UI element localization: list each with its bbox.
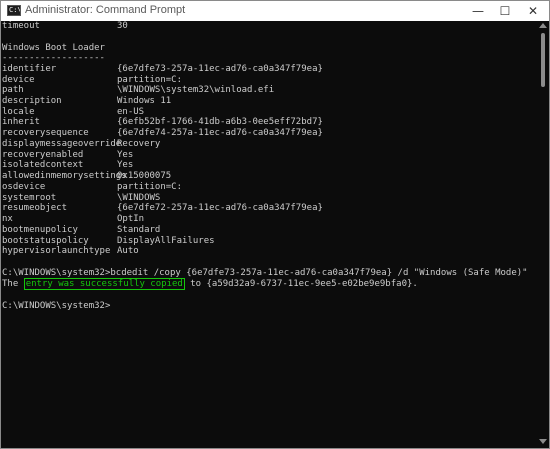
console-output[interactable]: timeout 30 Windows Boot Loader ----------… (1, 21, 537, 448)
entry-value: {6e7dfe72-257a-11ec-ad76-ca0a347f79ea} (117, 203, 323, 213)
maximize-button[interactable]: ☐ (491, 1, 519, 21)
entry-key: osdevice (2, 182, 46, 192)
entry-line: recoverysequence {6e7dfe74-257a-11ec-ad76… (2, 128, 323, 139)
entry-key: allowedinmemorysettings (2, 171, 127, 181)
entry-line: allowedinmemorysettings 0x15000075 (2, 171, 171, 182)
entry-value: Recovery (117, 139, 161, 149)
entry-value: Yes (117, 160, 134, 170)
close-button[interactable]: ✕ (519, 1, 547, 21)
entry-key: recoverysequence (2, 128, 89, 138)
entry-value: Windows 11 (117, 96, 172, 106)
entry-value: {6efb52bf-1766-41db-a6b3-0ee5eff72bd7} (117, 117, 323, 127)
section-separator: ------------------- (2, 53, 105, 63)
entry-line: isolatedcontext Yes (2, 160, 133, 171)
entry-key: isolatedcontext (2, 160, 84, 170)
result-prefix: The (2, 279, 24, 289)
entry-key: inherit (2, 117, 40, 127)
entry-value: {6e7dfe73-257a-11ec-ad76-ca0a347f79ea} (117, 64, 323, 74)
entry-key: bootstatuspolicy (2, 236, 89, 246)
entry-key: nx (2, 214, 13, 224)
entry-value: Standard (117, 225, 161, 235)
entry-value: 30 (117, 21, 128, 31)
entry-key: path (2, 85, 24, 95)
entry-key: identifier (2, 64, 57, 74)
vertical-scrollbar[interactable] (537, 21, 549, 448)
entry-value: partition=C: (117, 182, 183, 192)
entry-line: bootmenupolicy Standard (2, 225, 160, 236)
entry-key: timeout (2, 21, 40, 31)
scroll-up-arrow-icon[interactable] (539, 23, 547, 28)
entry-line: hypervisorlaunchtype Auto (2, 246, 139, 257)
result-suffix: to {a59d32a9-6737-11ec-9ee5-e02be9e9bfa0… (184, 279, 418, 289)
entry-key: recoveryenabled (2, 150, 84, 160)
command-prompt-window: C:\ Administrator: Command Prompt — ☐ ✕ … (0, 0, 550, 449)
command-prompt-icon: C:\ (7, 5, 21, 16)
success-message-highlight: entry was successfully copied (23, 278, 185, 290)
entry-line: identifier {6e7dfe73-257a-11ec-ad76-ca0a3… (2, 64, 323, 75)
entry-value: OptIn (117, 214, 145, 224)
entry-key: resumeobject (2, 203, 68, 213)
entry-value: \WINDOWS\system32\winload.efi (117, 85, 275, 95)
output-line-timeout: timeout 30 (2, 21, 128, 32)
command-prompt[interactable]: C:\WINDOWS\system32> (2, 301, 110, 312)
prompt-text: C:\WINDOWS\system32> (2, 301, 111, 311)
entry-key: locale (2, 107, 35, 117)
entry-key: hypervisorlaunchtype (2, 246, 111, 256)
entry-line: osdevice partition=C: (2, 182, 182, 193)
entry-line: nx OptIn (2, 214, 144, 225)
entry-key: displaymessageoverride (2, 139, 122, 149)
entry-value: 0x15000075 (117, 171, 172, 181)
entry-line: path \WINDOWS\system32\winload.efi (2, 85, 274, 96)
result-line: The entry was successfully copied to {a5… (2, 278, 418, 290)
entry-line: description Windows 11 (2, 96, 171, 107)
entry-line: resumeobject {6e7dfe72-257a-11ec-ad76-ca0… (2, 203, 323, 214)
entry-key: description (2, 96, 62, 106)
minimize-button[interactable]: — (464, 1, 492, 21)
entry-value: Auto (117, 246, 139, 256)
entry-key: bootmenupolicy (2, 225, 78, 235)
scrollbar-thumb[interactable] (541, 33, 545, 87)
entry-key: device (2, 75, 35, 85)
window-title: Administrator: Command Prompt (25, 4, 186, 16)
entry-value: {6e7dfe74-257a-11ec-ad76-ca0a347f79ea} (117, 128, 323, 138)
entry-line: inherit {6efb52bf-1766-41db-a6b3-0ee5eff7… (2, 117, 323, 128)
title-bar[interactable]: C:\ Administrator: Command Prompt — ☐ ✕ (1, 1, 549, 21)
entry-key: systemroot (2, 193, 57, 203)
entry-line: displaymessageoverride Recovery (2, 139, 160, 150)
scroll-down-arrow-icon[interactable] (539, 439, 547, 444)
